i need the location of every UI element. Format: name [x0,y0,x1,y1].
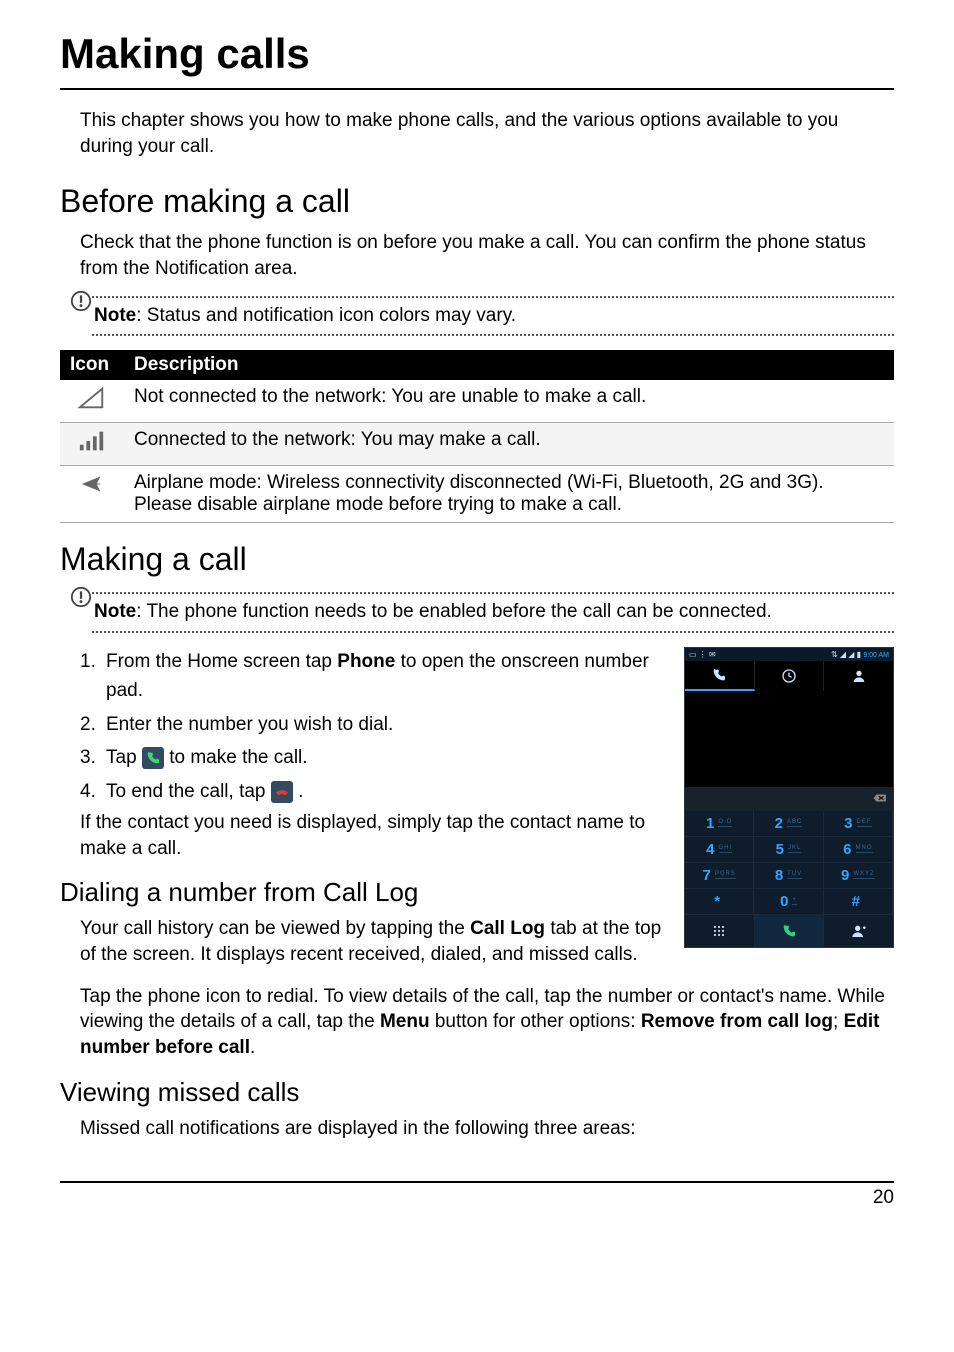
key-9[interactable]: 9WXYZ [824,863,893,889]
heading-before-making-a-call: Before making a call [60,183,894,220]
add-contact-button[interactable] [824,915,893,947]
text: Your call history can be viewed by tappi… [80,918,470,939]
th-description: Description [124,350,894,380]
key-3[interactable]: 3DEF [824,811,893,837]
key-1[interactable]: 1O.O [685,811,754,837]
steps-list: From the Home screen tap Phone to open t… [80,647,666,806]
dialer-display [685,691,893,787]
note-block-status-colors: Note: Status and notification icon color… [60,296,894,337]
intro-text: This chapter shows you how to make phone… [80,108,894,159]
airplane-icon [60,466,124,523]
key-pound[interactable]: # [824,889,893,915]
text: ; [833,1011,844,1032]
info-icon [70,290,92,312]
heading-dial-from-call-log: Dialing a number from Call Log [60,877,666,908]
note-label: Note [94,305,136,326]
dotted-rule [92,296,894,298]
bold-remove: Remove from call log [641,1011,833,1032]
after-steps-text: If the contact you need is displayed, si… [80,810,666,861]
dialer-tabs [685,661,893,691]
step-text: . [298,781,303,802]
key-6[interactable]: 6MNO [824,837,893,863]
signal-outline-icon [60,380,124,423]
step-text: From the Home screen tap [106,651,337,672]
step-item: Tap to make the call. [80,743,666,772]
bold-calllog: Call Log [470,918,545,939]
backspace-icon[interactable] [873,790,887,808]
bold-phone: Phone [337,651,395,672]
dotted-rule [92,334,894,336]
before-text: Check that the phone function is on befo… [80,230,894,281]
status-time: 9:00 AM [863,652,889,659]
step-text: Tap [106,747,142,768]
text: . [250,1037,255,1058]
calllog-p1: Your call history can be viewed by tappi… [80,916,666,967]
info-icon [70,586,92,608]
bottom-actions [685,915,893,947]
tab-contacts[interactable] [824,661,893,691]
step-item: Enter the number you wish to dial. [80,710,666,739]
footer-rule [60,1181,894,1183]
title-rule [60,88,894,90]
page-number: 20 [60,1187,894,1209]
missed-text: Missed call notifications are displayed … [80,1116,894,1142]
step-item: From the Home screen tap Phone to open t… [80,647,666,706]
keypad: 1O.O 2ABC 3DEF 4GHI 5JKL 6MNO 7PQRS 8TUV… [685,811,893,915]
grid-button[interactable] [685,915,755,947]
row-desc: Not connected to the network: You are un… [124,380,894,423]
backspace-row [685,787,893,811]
calllog-p2: Tap the phone icon to redial. To view de… [80,984,894,1061]
note-label: Note [94,601,136,622]
table-row: Not connected to the network: You are un… [60,380,894,423]
key-8[interactable]: 8TUV [754,863,823,889]
note-body: : The phone function needs to be enabled… [136,601,772,622]
note-block-phone-enabled: Note: The phone function needs to be ena… [60,592,894,633]
phone-screenshot: ▭ ⋮ ✉ ⇅ ◢ ◢ ▮ 9:00 AM 1O.O 2ABC [684,647,894,948]
step-text: to make the call. [169,747,307,768]
dotted-rule [92,592,894,594]
text: button for other options: [430,1011,641,1032]
dotted-rule [92,631,894,633]
note-body: : Status and notification icon colors ma… [136,305,516,326]
key-4[interactable]: 4GHI [685,837,754,863]
table-row: Airplane mode: Wireless connectivity dis… [60,466,894,523]
heading-making-a-call: Making a call [60,541,894,578]
step-text: To end the call, tap [106,781,271,802]
key-star[interactable]: * [685,889,754,915]
call-button[interactable] [755,915,825,947]
key-0[interactable]: 0+ [754,889,823,915]
heading-viewing-missed-calls: Viewing missed calls [60,1077,894,1108]
key-7[interactable]: 7PQRS [685,863,754,889]
signal-bars-icon [60,423,124,466]
tab-dialer[interactable] [685,661,755,691]
page-title: Making calls [60,30,894,78]
bold-menu: Menu [380,1011,430,1032]
note-text: Note: The phone function needs to be ena… [94,600,894,625]
note-text: Note: Status and notification icon color… [94,304,894,329]
key-2[interactable]: 2ABC [754,811,823,837]
icon-description-table: Icon Description Not connected to the ne… [60,350,894,523]
table-row: Connected to the network: You may make a… [60,423,894,466]
step-item: To end the call, tap . [80,777,666,806]
dial-icon [142,747,164,769]
key-5[interactable]: 5JKL [754,837,823,863]
end-call-icon [271,781,293,803]
th-icon: Icon [60,350,124,380]
row-desc: Airplane mode: Wireless connectivity dis… [124,466,894,523]
status-bar: ▭ ⋮ ✉ ⇅ ◢ ◢ ▮ 9:00 AM [685,648,893,661]
tab-recents[interactable] [755,661,825,691]
row-desc: Connected to the network: You may make a… [124,423,894,466]
